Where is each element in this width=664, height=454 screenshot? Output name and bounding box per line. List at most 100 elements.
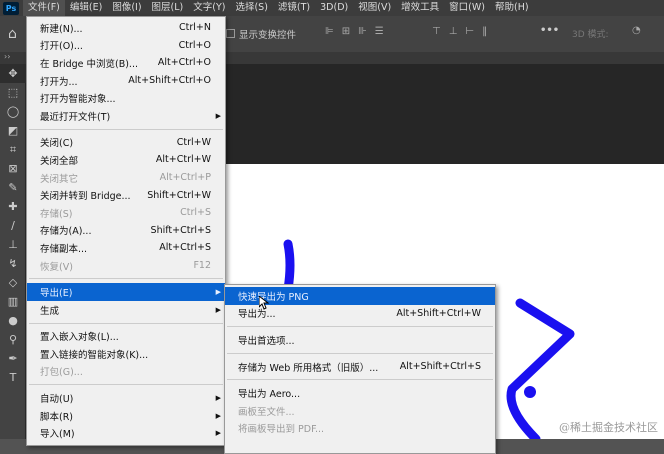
menu-item-export-aero[interactable]: 导出为 Aero... [225, 384, 495, 402]
more-icon[interactable]: ••• [540, 25, 559, 36]
separator [29, 128, 223, 130]
healing-tool-icon[interactable]: ✚ [0, 197, 26, 216]
menu-item-open[interactable]: 打开(O)... Ctrl+O [27, 37, 225, 55]
type-tool-icon[interactable]: T [0, 368, 26, 387]
shortcut: Alt+Shift+Ctrl+O [128, 75, 211, 87]
menu-item-import[interactable]: 导入(M) ▶ [27, 424, 225, 442]
menu-item-export[interactable]: 导出(E) ▶ [27, 283, 225, 301]
menu-filter[interactable]: 滤镜(T) [273, 0, 315, 16]
label: 关闭并转到 Bridge... [40, 191, 131, 203]
frame-tool-icon[interactable]: ⊠ [0, 159, 26, 178]
label: 打开为... [40, 76, 78, 88]
menu-item-close[interactable]: 关闭(C) Ctrl+W [27, 134, 225, 152]
menu-item-automate[interactable]: 自动(U) ▶ [27, 389, 225, 407]
move-tool-icon[interactable]: ✥ [0, 64, 26, 83]
label: 导入(M) [40, 429, 75, 441]
menu-view[interactable]: 视图(V) [353, 0, 396, 16]
label: 生成 [40, 305, 60, 317]
3d-mode-label: 3D 模式: [572, 30, 609, 40]
label: 存储为(A)... [40, 226, 92, 238]
menu-select[interactable]: 选择(S) [230, 0, 272, 16]
separator [227, 326, 493, 328]
label: 关闭全部 [40, 155, 79, 167]
label: 脚本(R) [40, 411, 74, 423]
label: 置入嵌入对象(L)... [40, 332, 119, 344]
shortcut: Alt+Ctrl+P [159, 172, 211, 184]
marquee-tool-icon[interactable]: ⬚ [0, 83, 26, 102]
menu-item-close-others: 关闭其它 Alt+Ctrl+P [27, 169, 225, 187]
label: 在 Bridge 中浏览(B)... [40, 58, 138, 70]
object-select-tool-icon[interactable]: ◩ [0, 121, 26, 140]
distribute-icons[interactable]: ⊤⊥⊢‖ [432, 26, 495, 37]
eraser-tool-icon[interactable]: ◇ [0, 273, 26, 292]
label: 自动(U) [40, 394, 74, 406]
shortcut: Shift+Ctrl+W [147, 189, 211, 201]
menu-item-open-smart-object[interactable]: 打开为智能对象... [27, 89, 225, 107]
separator [227, 379, 493, 381]
menu-item-recent-files[interactable]: 最近打开文件(T) ▶ [27, 107, 225, 125]
submenu-arrow-icon: ▶ [215, 394, 221, 403]
menu-file[interactable]: 文件(F) [23, 0, 65, 16]
label: 打开为智能对象... [40, 94, 116, 106]
gradient-tool-icon[interactable]: ▥ [0, 292, 26, 311]
shortcut: Ctrl+S [180, 207, 211, 219]
menu-item-save-as[interactable]: 存储为(A)... Shift+Ctrl+S [27, 222, 225, 240]
collapse-icon[interactable]: ›› [4, 52, 10, 61]
shortcut: Alt+Shift+Ctrl+S [399, 361, 481, 373]
menu-bar: Ps 文件(F) 编辑(E) 图像(I) 图层(L) 文字(Y) 选择(S) 滤… [0, 0, 664, 16]
menu-item-close-all[interactable]: 关闭全部 Alt+Ctrl+W [27, 151, 225, 169]
submenu-arrow-icon: ▶ [215, 111, 221, 120]
home-icon[interactable]: ⌂ [8, 26, 17, 42]
menu-window[interactable]: 窗口(W) [444, 0, 490, 16]
crop-tool-icon[interactable]: ⌗ [0, 140, 26, 159]
brush-tool-icon[interactable]: ∕ [0, 216, 26, 235]
menu-type[interactable]: 文字(Y) [188, 0, 230, 16]
3d-orbit-icon[interactable]: ◔ [632, 25, 641, 36]
menu-3d[interactable]: 3D(D) [315, 0, 353, 16]
menu-item-place-linked[interactable]: 置入链接的智能对象(K)... [27, 345, 225, 363]
file-menu: 新建(N)... Ctrl+N 打开(O)... Ctrl+O 在 Bridge 中… [26, 16, 226, 446]
submenu-arrow-icon: ▶ [215, 411, 221, 420]
shortcut: Shift+Ctrl+S [150, 224, 211, 236]
label: 存储(S) [40, 208, 73, 220]
menu-item-generate[interactable]: 生成 ▶ [27, 301, 225, 319]
eyedropper-tool-icon[interactable]: ✎ [0, 178, 26, 197]
menu-edit[interactable]: 编辑(E) [65, 0, 107, 16]
menu-item-revert: 恢复(V) F12 [27, 257, 225, 275]
pen-tool-icon[interactable]: ✒ [0, 349, 26, 368]
label: 导出首选项... [238, 335, 295, 347]
brush-stroke-vertical [283, 239, 295, 294]
menu-item-browse-bridge[interactable]: 在 Bridge 中浏览(B)... Alt+Ctrl+O [27, 54, 225, 72]
menu-item-close-go-bridge[interactable]: 关闭并转到 Bridge... Shift+Ctrl+W [27, 186, 225, 204]
menu-item-save-for-web[interactable]: 存储为 Web 所用格式（旧版）... Alt+Shift+Ctrl+S [225, 358, 495, 376]
menu-item-export-preferences[interactable]: 导出首选项... [225, 331, 495, 349]
menu-item-artboards-to-files: 画板至文件... [225, 402, 495, 420]
mouse-cursor-icon [259, 296, 269, 310]
brush-dot [524, 386, 536, 398]
tool-bar: ✥ ⬚ ◯ ◩ ⌗ ⊠ ✎ ✚ ∕ ⊥ ↯ ◇ ▥ ● ⚲ ✒ T [0, 64, 26, 439]
separator [227, 352, 493, 354]
blur-tool-icon[interactable]: ● [0, 311, 26, 330]
menu-item-new[interactable]: 新建(N)... Ctrl+N [27, 19, 225, 37]
show-transform-checkbox[interactable] [226, 29, 235, 38]
submenu-arrow-icon: ▶ [215, 429, 221, 438]
menu-plugins[interactable]: 增效工具 [396, 0, 444, 16]
lasso-tool-icon[interactable]: ◯ [0, 102, 26, 121]
dodge-tool-icon[interactable]: ⚲ [0, 330, 26, 349]
label: 画板至文件... [238, 406, 295, 418]
menu-item-save-copy[interactable]: 存储副本... Alt+Ctrl+S [27, 239, 225, 257]
label: 快速导出为 PNG [238, 291, 309, 303]
shortcut: Ctrl+O [178, 39, 211, 51]
menu-layer[interactable]: 图层(L) [147, 0, 189, 16]
shortcut: Ctrl+W [176, 136, 211, 148]
watermark: @稀土掘金技术社区 [559, 421, 658, 434]
menu-item-open-as[interactable]: 打开为... Alt+Shift+Ctrl+O [27, 72, 225, 90]
menu-item-place-embedded[interactable]: 置入嵌入对象(L)... [27, 328, 225, 346]
menu-help[interactable]: 帮助(H) [490, 0, 534, 16]
menu-item-scripts[interactable]: 脚本(R) ▶ [27, 407, 225, 425]
history-brush-icon[interactable]: ↯ [0, 254, 26, 273]
label: 存储为 Web 所用格式（旧版）... [238, 362, 379, 374]
menu-image[interactable]: 图像(I) [107, 0, 146, 16]
align-icons[interactable]: ⊫⊞⊪☰ [325, 26, 392, 37]
stamp-tool-icon[interactable]: ⊥ [0, 235, 26, 254]
